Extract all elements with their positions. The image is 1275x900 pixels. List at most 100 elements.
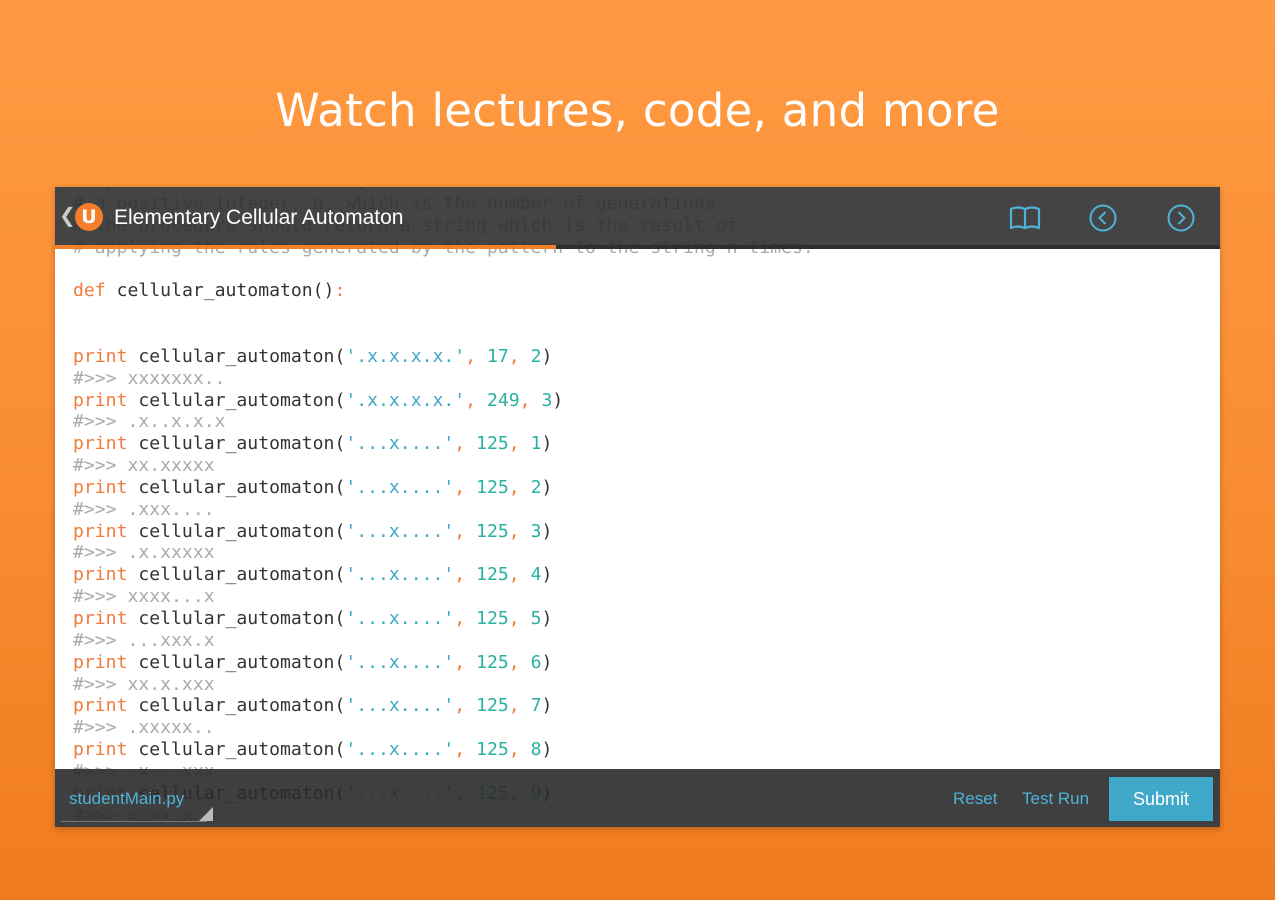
code-line: #>>> .xxx.... xyxy=(73,499,215,521)
code-token: , xyxy=(508,695,531,717)
code-line: #>>> xx.x.xxx xyxy=(73,674,215,696)
code-token: , xyxy=(508,564,531,586)
code-token: '...x....' xyxy=(345,608,455,629)
back-chevron-icon[interactable]: ❮ xyxy=(59,205,76,227)
code-token: 2 xyxy=(530,345,542,367)
code-token: #>>> xx.x.xxx xyxy=(73,673,215,695)
code-token: 125 xyxy=(476,520,509,542)
code-token: '...x....' xyxy=(345,695,455,717)
code-token: 3 xyxy=(541,389,553,411)
code-token: ) xyxy=(541,520,553,542)
code-line: #>>> .x..x.x.x xyxy=(73,411,226,433)
headline: Watch lectures, code, and more xyxy=(275,84,1000,137)
code-token: 8 xyxy=(530,739,542,761)
lesson-progress-bar xyxy=(55,245,1220,249)
file-tab-underline xyxy=(61,821,207,822)
code-line: print cellular_automaton('.x.x.x.x.', 24… xyxy=(73,390,563,412)
code-token: cellular_automaton() xyxy=(105,280,335,302)
code-line: #>>> xx.xxxxx xyxy=(73,455,215,477)
code-token: 1 xyxy=(530,433,542,455)
code-token: cellular_automaton( xyxy=(127,389,346,411)
code-token: 125 xyxy=(476,739,509,761)
code-token: ) xyxy=(541,564,553,586)
code-token: cellular_automaton( xyxy=(127,476,346,498)
next-icon[interactable] xyxy=(1164,201,1198,235)
code-token: '...x....' xyxy=(345,739,455,761)
bottom-bar: studentMain.py Reset Test Run Submit xyxy=(55,769,1220,827)
code-token: ) xyxy=(552,389,564,411)
code-token: #>>> xxxx...x xyxy=(73,586,215,608)
lesson-title: Elementary Cellular Automaton xyxy=(114,206,404,229)
code-token: , xyxy=(454,476,477,498)
code-token: , xyxy=(454,608,477,629)
code-token: 17 xyxy=(486,345,509,367)
code-token: , xyxy=(519,389,542,411)
submit-button[interactable]: Submit xyxy=(1109,777,1213,821)
code-line: def cellular_automaton(): xyxy=(73,280,345,302)
code-token: cellular_automaton( xyxy=(127,739,346,761)
code-token: , xyxy=(454,564,477,586)
code-token: print xyxy=(73,608,128,629)
udacity-logo-icon[interactable]: U xyxy=(75,203,103,231)
code-token: cellular_automaton( xyxy=(127,520,346,542)
code-token: '...x....' xyxy=(345,476,455,498)
code-token: #>>> .x..x.x.x xyxy=(73,411,226,433)
code-token: ) xyxy=(541,695,553,717)
code-token: #>>> .xxxxx.. xyxy=(73,717,215,739)
code-token: print xyxy=(73,389,128,411)
reset-button[interactable]: Reset xyxy=(953,789,997,809)
code-token: , xyxy=(508,651,531,673)
code-token: #>>> .xxx.... xyxy=(73,498,215,520)
app-window: # specifies a set of rules, and# a posit… xyxy=(55,187,1220,827)
code-token: #>>> xxxxxxx.. xyxy=(73,367,226,389)
code-token: cellular_automaton( xyxy=(127,695,346,717)
code-token: : xyxy=(334,280,346,302)
code-token: 249 xyxy=(486,389,520,411)
code-token: cellular_automaton( xyxy=(127,608,346,629)
code-editor[interactable]: # specifies a set of rules, and# a posit… xyxy=(55,187,1220,827)
resize-handle-icon[interactable] xyxy=(199,807,213,821)
code-line: print cellular_automaton('...x....', 125… xyxy=(73,695,552,717)
code-token: , xyxy=(454,651,477,673)
lesson-progress-fill xyxy=(55,245,556,249)
code-line: #>>> ...xxx.x xyxy=(73,630,215,652)
code-line: print cellular_automaton('...x....', 125… xyxy=(73,608,552,630)
code-line: print cellular_automaton('...x....', 125… xyxy=(73,433,552,455)
book-icon[interactable] xyxy=(1008,201,1042,235)
code-token: cellular_automaton( xyxy=(127,564,346,586)
file-tab[interactable]: studentMain.py xyxy=(69,789,184,809)
code-token: 125 xyxy=(476,608,509,629)
code-token: , xyxy=(465,345,487,367)
code-token: , xyxy=(465,389,487,411)
code-token: 4 xyxy=(530,564,542,586)
code-line: print cellular_automaton('...x....', 125… xyxy=(73,739,552,761)
code-token: #>>> ...xxx.x xyxy=(73,629,215,651)
code-token: 7 xyxy=(530,695,542,717)
code-line: print cellular_automaton('.x.x.x.x.', 17… xyxy=(73,346,552,368)
test-run-button[interactable]: Test Run xyxy=(1022,789,1089,809)
code-token: ) xyxy=(541,433,553,455)
code-token: ) xyxy=(541,651,553,673)
code-token: cellular_automaton( xyxy=(127,433,346,455)
code-token: ) xyxy=(541,608,553,629)
code-token: '.x.x.x.x.' xyxy=(345,345,466,367)
code-token: '...x....' xyxy=(345,433,455,455)
code-token: , xyxy=(454,433,477,455)
code-token: ) xyxy=(541,739,553,761)
code-token: 125 xyxy=(476,433,509,455)
previous-icon[interactable] xyxy=(1086,201,1120,235)
code-line: print cellular_automaton('...x....', 125… xyxy=(73,652,552,674)
code-token: '...x....' xyxy=(345,651,455,673)
code-token: #>>> .x.xxxxx xyxy=(73,542,215,564)
code-token: , xyxy=(508,608,531,629)
code-line: print cellular_automaton('...x....', 125… xyxy=(73,564,552,586)
code-token: , xyxy=(508,739,531,761)
code-token: 125 xyxy=(476,695,509,717)
code-token: , xyxy=(454,695,477,717)
code-token: print xyxy=(73,739,128,761)
code-token: '.x.x.x.x.' xyxy=(345,389,466,411)
code-token: '...x....' xyxy=(345,564,455,586)
code-token: #>>> xx.xxxxx xyxy=(73,455,215,477)
code-token: , xyxy=(454,739,477,761)
code-line: #>>> .xxxxx.. xyxy=(73,717,215,739)
